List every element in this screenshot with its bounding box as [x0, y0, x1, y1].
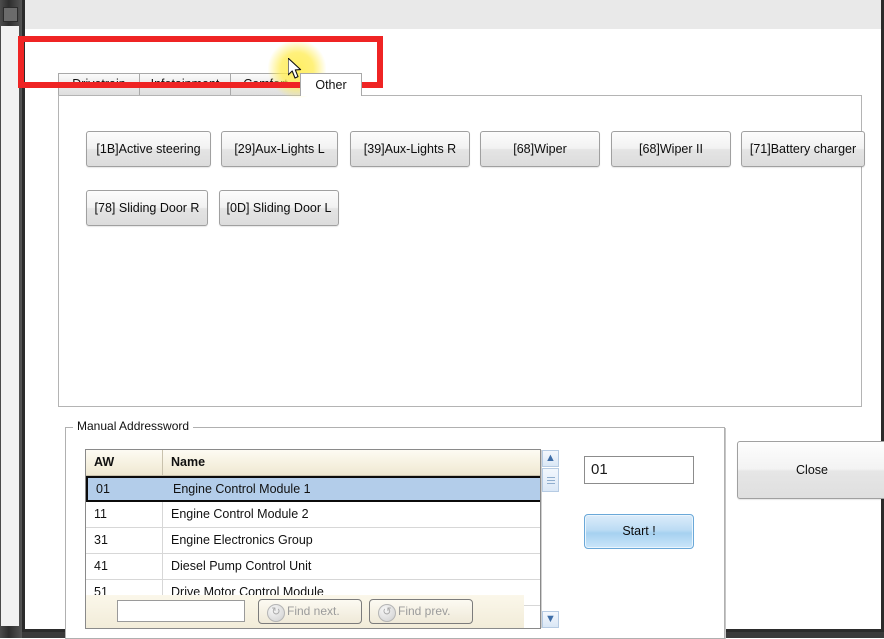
ecu-button[interactable]: [68]Wiper: [480, 131, 600, 167]
find-next-button[interactable]: ↻ Find next.: [258, 599, 362, 624]
start-button[interactable]: Start !: [584, 514, 694, 549]
desktop-background: More ECUs X Drivetrain Infotainment Comf…: [0, 0, 884, 639]
table-header-row: AW Name: [86, 450, 540, 476]
chevron-up-icon: ▲: [545, 452, 556, 464]
cell-name: Engine Electronics Group: [171, 533, 313, 547]
column-header-name: Name: [171, 455, 206, 469]
ecu-button[interactable]: [68]Wiper II: [611, 131, 731, 167]
find-prev-label: Find prev.: [398, 604, 451, 618]
ecu-button[interactable]: [1B]Active steering: [86, 131, 211, 167]
scroll-down-arrow-icon[interactable]: ▼: [542, 611, 559, 628]
manual-addressword-legend: Manual Addressword: [73, 419, 194, 433]
cell-aw: 01: [96, 482, 110, 496]
column-header-aw: AW: [94, 455, 115, 469]
tab-other[interactable]: Other: [300, 73, 362, 96]
row-column-separator: [162, 554, 163, 579]
find-input[interactable]: [117, 600, 245, 622]
panel-divider: [725, 428, 726, 639]
ecu-button[interactable]: [39]Aux-Lights R: [350, 131, 470, 167]
row-column-separator: [162, 528, 163, 553]
tab-drivetrain[interactable]: Drivetrain: [58, 73, 140, 95]
table-row[interactable]: 01 Engine Control Module 1: [86, 476, 540, 502]
header-column-separator: [162, 450, 163, 475]
table-row[interactable]: 31 Engine Electronics Group: [86, 528, 540, 554]
window-client-area: Drivetrain Infotainment Comfort Other [1…: [25, 29, 884, 639]
row-column-separator: [162, 502, 163, 527]
cell-name: Engine Control Module 2: [171, 507, 309, 521]
tab-bar: Drivetrain Infotainment Comfort Other: [58, 73, 406, 96]
table-row[interactable]: 41 Diesel Pump Control Unit: [86, 554, 540, 580]
addressword-input[interactable]: 01: [584, 456, 694, 484]
chevron-down-icon: ▼: [545, 613, 556, 625]
find-toolbar: ↻ Find next. ↺ Find prev.: [86, 595, 524, 628]
ecu-button[interactable]: [71]Battery charger: [741, 131, 865, 167]
background-window-icon: [3, 7, 18, 22]
cell-aw: 31: [94, 533, 108, 547]
table-row[interactable]: 11 Engine Control Module 2: [86, 502, 540, 528]
ecu-button[interactable]: [0D] Sliding Door L: [219, 190, 339, 226]
refresh-ccw-icon: ↺: [378, 604, 396, 622]
ecu-button[interactable]: [78] Sliding Door R: [86, 190, 208, 226]
ecu-button[interactable]: [29]Aux-Lights L: [221, 131, 338, 167]
tab-comfort[interactable]: Comfort: [230, 73, 301, 95]
table-vertical-scrollbar[interactable]: ▲ ▼: [541, 450, 559, 628]
close-dialog-button[interactable]: Close: [737, 441, 884, 499]
scroll-up-arrow-icon[interactable]: ▲: [542, 450, 559, 467]
cell-name: Engine Control Module 1: [173, 482, 311, 496]
find-next-label: Find next.: [287, 604, 340, 618]
cell-aw: 11: [94, 507, 107, 521]
background-window-edge: [0, 0, 22, 638]
background-window-body: [1, 26, 19, 626]
cell-aw: 41: [94, 559, 108, 573]
cell-name: Diesel Pump Control Unit: [171, 559, 312, 573]
refresh-cw-icon: ↻: [267, 604, 285, 622]
tab-infotainment[interactable]: Infotainment: [139, 73, 231, 95]
scrollbar-thumb[interactable]: [542, 468, 559, 492]
find-prev-button[interactable]: ↺ Find prev.: [369, 599, 473, 624]
